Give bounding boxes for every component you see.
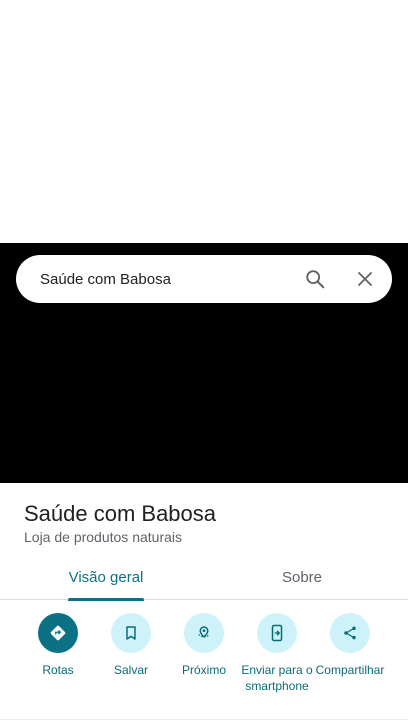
close-icon[interactable] [345,259,385,299]
directions-label: Rotas [42,663,74,677]
send-to-phone-button[interactable]: Enviar para o smartphone [240,613,314,694]
save-label: Salvar [113,663,148,677]
bookmark-icon [111,613,151,653]
nearby-icon [184,613,224,653]
share-label: Compartilhar [315,663,385,677]
divider [0,719,408,720]
tab-bar: Visão geral Sobre [0,561,408,601]
nearby-label: Próximo [181,663,226,677]
directions-icon [38,613,78,653]
search-icon[interactable] [295,259,335,299]
share-button[interactable]: Compartilhar [313,613,387,678]
place-title: Saúde com Babosa [24,501,217,526]
place-sheet: Saúde com Babosa Loja de produtos natura… [0,483,408,726]
tab-overview[interactable]: Visão geral [60,561,152,601]
share-icon [330,613,370,653]
send-to-phone-icon [257,613,297,653]
save-button[interactable]: Salvar [94,613,168,678]
nearby-button[interactable]: Próximo [167,613,241,678]
send-to-phone-label: Enviar para o smartphone [241,663,313,693]
tab-about[interactable]: Sobre [256,561,348,600]
place-category: Loja de produtos naturais [24,529,182,545]
search-bar[interactable]: Saúde com Babosa [16,255,392,303]
search-input[interactable]: Saúde com Babosa [40,271,295,288]
directions-button[interactable]: Rotas [21,613,95,678]
blank-top-area [0,0,408,243]
